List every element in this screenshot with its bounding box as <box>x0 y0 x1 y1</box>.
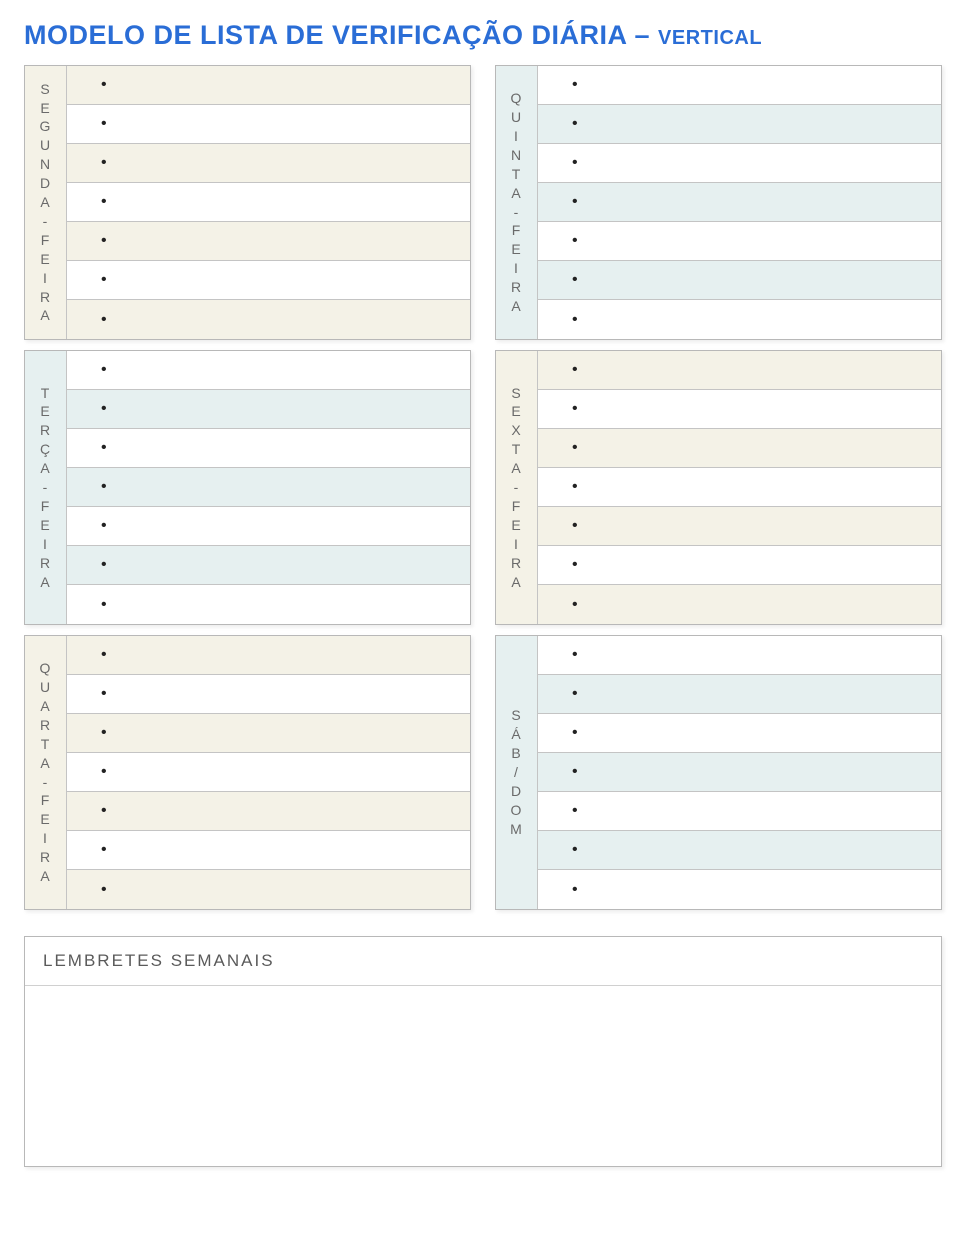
checklist-row[interactable] <box>538 546 941 585</box>
checklist-row[interactable] <box>538 390 941 429</box>
day-label-terca: TERÇA-FEIRA <box>25 351 67 624</box>
checklist-row[interactable] <box>538 351 941 390</box>
day-block-segunda: SEGUNDA-FEIRA <box>24 65 471 340</box>
day-label-quarta: QUARTA-FEIRA <box>25 636 67 909</box>
checklist-row[interactable] <box>538 636 941 675</box>
checklist-row[interactable] <box>67 675 470 714</box>
reminders-header: LEMBRETES SEMANAIS <box>25 937 941 986</box>
day-label-sexta: SEXTA-FEIRA <box>496 351 538 624</box>
checklist-row[interactable] <box>538 66 941 105</box>
title-sep: – <box>627 20 659 50</box>
checklist-row[interactable] <box>538 714 941 753</box>
day-block-quinta: QUINTA-FEIRA <box>495 65 942 340</box>
checklist-row[interactable] <box>67 222 470 261</box>
checklist-row[interactable] <box>67 546 470 585</box>
checklist-row[interactable] <box>538 468 941 507</box>
day-block-terca: TERÇA-FEIRA <box>24 350 471 625</box>
day-block-quarta: QUARTA-FEIRA <box>24 635 471 910</box>
reminders-body[interactable] <box>25 986 941 1166</box>
checklist-row[interactable] <box>67 105 470 144</box>
checklist-row[interactable] <box>67 714 470 753</box>
checklist-row[interactable] <box>538 261 941 300</box>
day-block-sexta: SEXTA-FEIRA <box>495 350 942 625</box>
day-label-sabdom: SÁB/DOM <box>496 636 538 909</box>
checklist-row[interactable] <box>538 753 941 792</box>
checklist-row[interactable] <box>67 831 470 870</box>
day-rows-segunda <box>67 66 470 339</box>
checklist-row[interactable] <box>67 753 470 792</box>
checklist-row[interactable] <box>67 468 470 507</box>
checklist-row[interactable] <box>67 636 470 675</box>
day-block-sabdom: SÁB/DOM <box>495 635 942 910</box>
checklist-row[interactable] <box>538 183 941 222</box>
day-label-segunda: SEGUNDA-FEIRA <box>25 66 67 339</box>
checklist-row[interactable] <box>67 429 470 468</box>
checklist-row[interactable] <box>67 870 470 909</box>
checklist-row[interactable] <box>538 675 941 714</box>
checklist-row[interactable] <box>67 792 470 831</box>
title-main: MODELO DE LISTA DE VERIFICAÇÃO DIÁRIA <box>24 20 627 50</box>
checklist-row[interactable] <box>538 429 941 468</box>
checklist-row[interactable] <box>538 507 941 546</box>
checklist-row[interactable] <box>538 870 941 909</box>
reminders-block: LEMBRETES SEMANAIS <box>24 936 942 1167</box>
days-grid: SEGUNDA-FEIRA TERÇA-FEIRA QUARTA-FEIRA QUIN… <box>24 65 942 920</box>
column-right: QUINTA-FEIRA SEXTA-FEIRA SÁB/DOM <box>495 65 942 920</box>
checklist-row[interactable] <box>538 585 941 624</box>
checklist-row[interactable] <box>67 261 470 300</box>
day-rows-quarta <box>67 636 470 909</box>
checklist-row[interactable] <box>67 507 470 546</box>
column-left: SEGUNDA-FEIRA TERÇA-FEIRA QUARTA-FEIRA <box>24 65 471 920</box>
checklist-row[interactable] <box>538 300 941 339</box>
day-rows-quinta <box>538 66 941 339</box>
page-title: MODELO DE LISTA DE VERIFICAÇÃO DIÁRIA – … <box>24 20 942 51</box>
checklist-row[interactable] <box>538 105 941 144</box>
day-rows-sexta <box>538 351 941 624</box>
checklist-row[interactable] <box>67 300 470 339</box>
checklist-row[interactable] <box>67 390 470 429</box>
day-rows-terca <box>67 351 470 624</box>
day-label-quinta: QUINTA-FEIRA <box>496 66 538 339</box>
checklist-row[interactable] <box>67 144 470 183</box>
checklist-row[interactable] <box>67 585 470 624</box>
checklist-row[interactable] <box>538 831 941 870</box>
checklist-row[interactable] <box>538 222 941 261</box>
title-sub: VERTICAL <box>658 27 762 49</box>
checklist-row[interactable] <box>67 66 470 105</box>
checklist-row[interactable] <box>538 792 941 831</box>
checklist-row[interactable] <box>538 144 941 183</box>
checklist-row[interactable] <box>67 183 470 222</box>
checklist-row[interactable] <box>67 351 470 390</box>
day-rows-sabdom <box>538 636 941 909</box>
